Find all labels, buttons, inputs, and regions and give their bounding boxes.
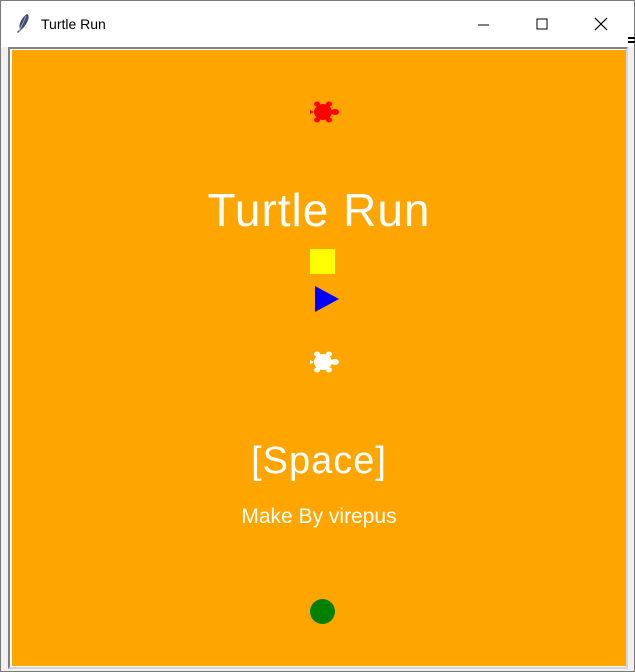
minimize-button[interactable]	[455, 1, 513, 47]
blue-arrow-sprite	[315, 286, 339, 312]
maximize-icon	[536, 18, 548, 30]
close-icon	[594, 17, 608, 31]
white-turtle-sprite	[310, 351, 339, 373]
title-bar[interactable]: Turtle Run	[1, 1, 634, 47]
green-circle-sprite	[310, 599, 335, 624]
red-turtle-sprite	[310, 101, 339, 123]
game-title: Turtle Run	[207, 184, 431, 236]
minimize-icon	[478, 24, 489, 26]
window-title: Turtle Run	[41, 16, 106, 32]
app-window: Turtle Run Turtle Run [Space] Make By vi…	[0, 0, 635, 672]
credit-text: Make By virepus	[241, 505, 397, 528]
maximize-button[interactable]	[513, 1, 571, 47]
press-space-prompt: [Space]	[251, 440, 387, 482]
close-button[interactable]	[572, 1, 630, 47]
yellow-square-sprite	[310, 249, 335, 274]
game-canvas[interactable]: Turtle Run [Space] Make By virepus	[12, 50, 626, 666]
window-edge-mark	[628, 37, 635, 39]
feather-icon	[13, 13, 33, 35]
